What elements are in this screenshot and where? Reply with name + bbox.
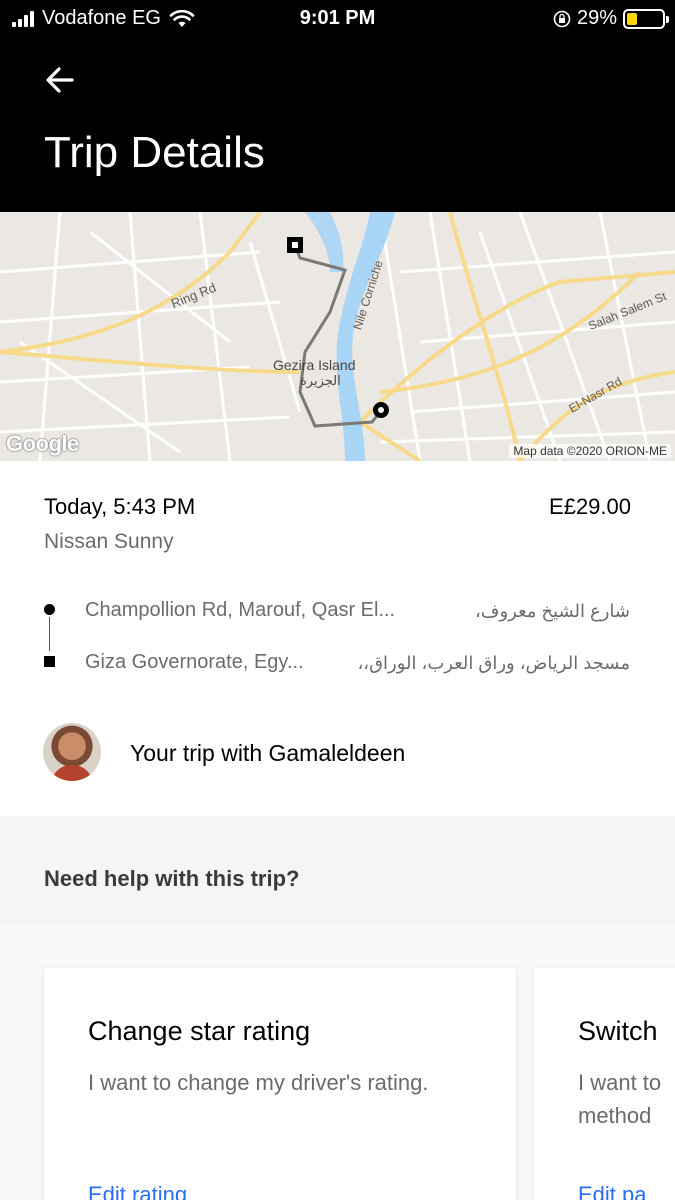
status-right: 29%: [553, 7, 669, 30]
page-title: Trip Details: [44, 128, 265, 177]
header-bar: Vodafone EG 9:01 PM 29% Trip Details: [0, 0, 675, 212]
edit-rating-link[interactable]: Edit rating: [88, 1182, 187, 1200]
avatar: [43, 723, 101, 781]
google-logo: Google: [6, 431, 79, 456]
pickup-address-ar: شارع الشيخ معروف،: [474, 601, 630, 621]
help-card-switch-payment[interactable]: Switch I want to method Edit pa: [534, 968, 675, 1200]
card-description: I want to method: [578, 1070, 662, 1128]
help-section: Need help with this trip?: [0, 816, 675, 926]
driver-text: Your trip with Gamaleldeen: [130, 740, 406, 766]
help-title: Need help with this trip?: [44, 866, 300, 891]
dropoff-address: Giza Governorate, Egy...: [85, 651, 304, 673]
status-bar: Vodafone EG 9:01 PM 29%: [0, 0, 675, 40]
trip-price: E£29.00: [549, 494, 631, 519]
dropoff-address-ar: مسجد الرياض، وراق العرب، الوراق،،: [357, 653, 630, 673]
battery-percent: 29%: [576, 7, 617, 29]
trip-map[interactable]: Ring Rd Nile Corniche Salah Salem St El-…: [0, 212, 675, 461]
pickup-address: Champollion Rd, Marouf, Qasr El...: [85, 599, 396, 621]
help-card-change-rating[interactable]: Change star rating I want to change my d…: [44, 968, 516, 1200]
route-addresses: Champollion Rd, Marouf, Qasr El... شارع …: [40, 595, 640, 675]
card-title: Switch: [578, 1016, 658, 1046]
map-label-gezira-ar: الجزيرة: [300, 373, 341, 388]
rotation-lock-icon: [553, 10, 571, 27]
card-description: I want to change my driver's rating.: [88, 1070, 429, 1095]
dropoff-square-icon: [44, 656, 55, 667]
map-label-gezira: Gezira Island: [273, 357, 356, 373]
battery-icon: [623, 8, 669, 29]
map-credit: Map data ©2020 ORION-ME: [509, 444, 671, 458]
help-cards: Change star rating I want to change my d…: [0, 926, 675, 1200]
pickup-dot-icon: [44, 604, 55, 615]
route-line: [49, 617, 50, 651]
edit-payment-link[interactable]: Edit pa: [578, 1182, 647, 1200]
card-title: Change star rating: [88, 1016, 311, 1046]
arrow-left-icon[interactable]: [44, 64, 76, 96]
trip-car: Nissan Sunny: [44, 530, 174, 553]
map-graphic: [0, 212, 675, 461]
battery-fill: [627, 12, 637, 25]
trip-date: Today, 5:43 PM: [44, 494, 196, 519]
driver-row[interactable]: Your trip with Gamaleldeen: [0, 720, 675, 784]
